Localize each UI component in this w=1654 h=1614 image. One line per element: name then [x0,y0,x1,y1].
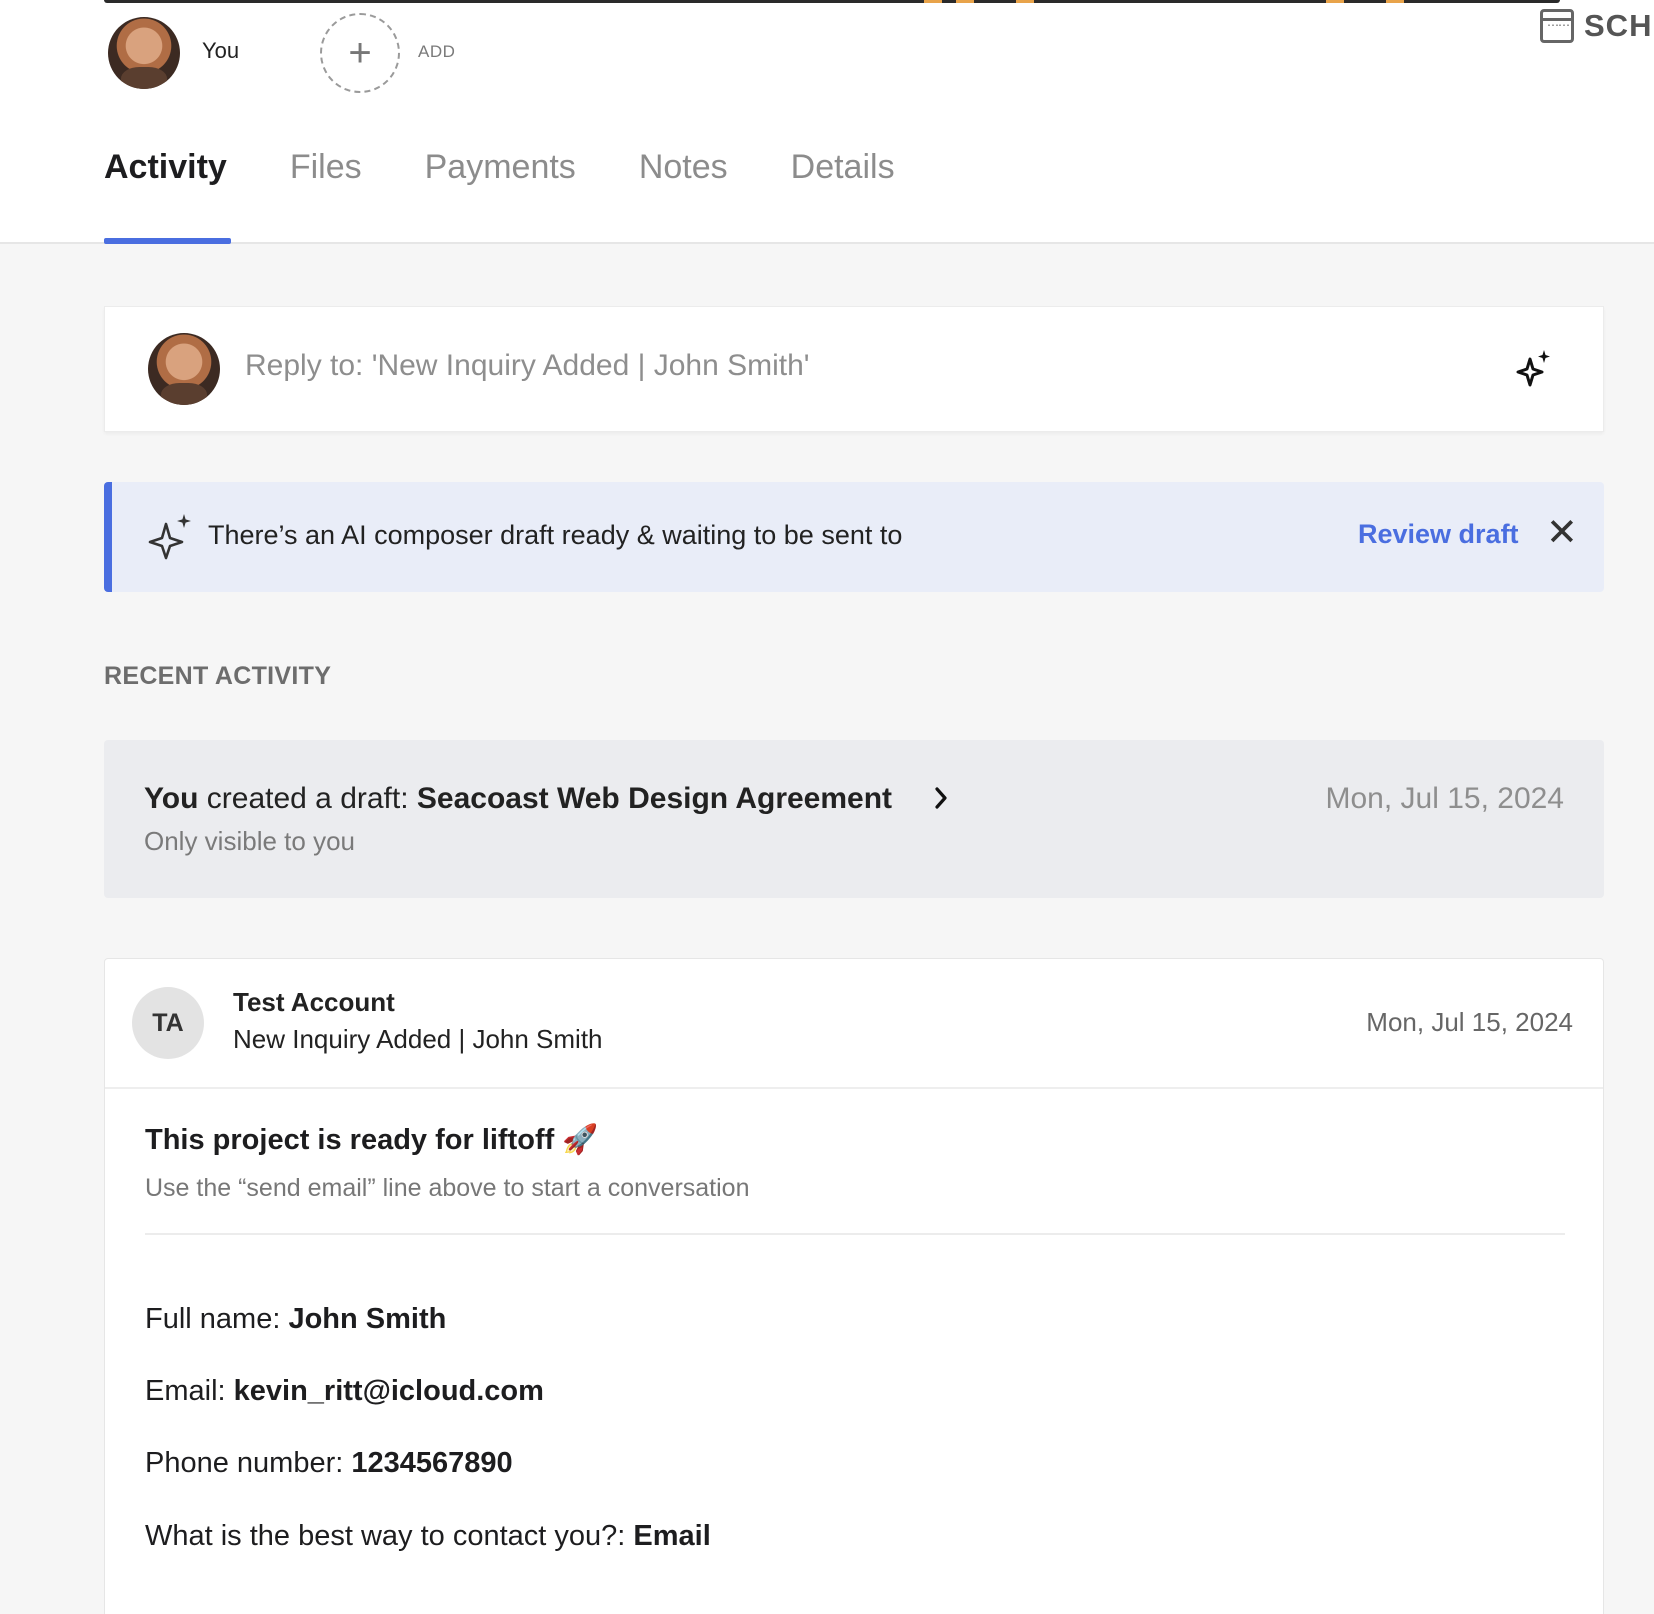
field-label: Email: [145,1375,234,1407]
tab-notes[interactable]: Notes [639,148,728,244]
tab-details[interactable]: Details [791,148,895,244]
ai-sparkle-icon [148,514,191,560]
ai-draft-banner: There’s an AI composer draft ready & wai… [104,482,1604,592]
email-hint: Use the “send email” line above to start… [145,1174,750,1202]
user-avatar[interactable] [108,17,180,89]
field-value: John Smith [288,1303,447,1335]
plus-icon: + [348,31,372,75]
chevron-right-icon[interactable] [930,783,952,813]
activity-actor: You [144,782,199,815]
field-value: kevin_ritt@icloud.com [233,1375,544,1407]
email-headline: This project is ready for liftoff 🚀 [145,1124,599,1156]
field-full-name: Full name: John Smith [145,1303,446,1336]
field-label: Full name: [145,1303,289,1335]
activity-action: created a draft: [198,782,417,815]
review-draft-link[interactable]: Review draft [1358,519,1519,550]
field-label: What is the best way to contact you?: [145,1520,634,1552]
email-message: TA Test Account New Inquiry Added | John… [104,958,1604,1614]
field-contact-method: What is the best way to contact you?: Em… [145,1520,711,1553]
tab-payments[interactable]: Payments [425,148,576,244]
activity-document-link[interactable]: Seacoast Web Design Agreement [417,782,892,815]
activity-visibility: Only visible to you [144,826,355,856]
sender-avatar: TA [132,987,204,1059]
tab-activity[interactable]: Activity [104,148,231,244]
field-label: Phone number: [145,1447,352,1479]
calendar-icon [1540,9,1574,43]
add-member-button[interactable]: + [320,13,400,93]
close-icon[interactable]: ✕ [1546,514,1578,552]
header-edge [104,0,1560,3]
section-title: RECENT ACTIVITY [104,662,332,690]
ai-draft-message: There’s an AI composer draft ready & wai… [208,520,903,550]
schedule-button[interactable]: SCHI [1540,8,1654,44]
field-value: 1234567890 [351,1447,513,1479]
field-phone: Phone number: 1234567890 [145,1447,513,1480]
activity-date: Mon, Jul 15, 2024 [1325,782,1565,815]
reply-input[interactable]: Reply to: 'New Inquiry Added | John Smit… [245,349,810,383]
user-avatar [148,333,220,405]
email-subject: New Inquiry Added | John Smith [233,1024,603,1054]
schedule-label: SCHI [1584,8,1654,43]
field-email: Email: kevin_ritt@icloud.com [145,1375,544,1408]
project-header: You + ADD SCHI Activity Files Payments N… [0,0,1654,244]
ai-sparkle-icon[interactable] [1515,347,1553,387]
member-label: You [202,38,240,63]
divider [145,1233,1565,1235]
activity-summary: You created a draft: Seacoast Web Design… [144,782,892,816]
email-date: Mon, Jul 15, 2024 [1366,1007,1573,1037]
tab-files[interactable]: Files [290,148,362,244]
sender-name: Test Account [233,987,395,1017]
activity-item-draft[interactable]: You created a draft: Seacoast Web Design… [104,740,1604,898]
reply-composer[interactable]: Reply to: 'New Inquiry Added | John Smit… [104,306,1604,432]
add-member-label[interactable]: ADD [418,42,455,62]
email-header[interactable]: TA Test Account New Inquiry Added | John… [105,959,1603,1089]
field-value: Email [633,1520,711,1552]
tab-bar: Activity Files Payments Notes Details [104,148,958,244]
